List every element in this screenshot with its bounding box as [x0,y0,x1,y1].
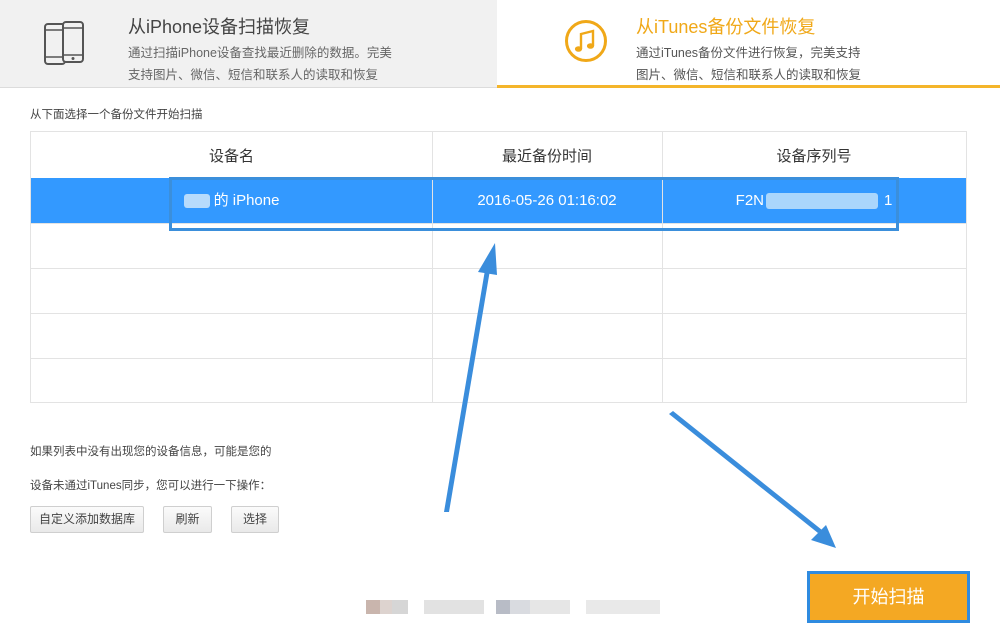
arrow-down-annotation [669,411,836,548]
annotation-arrows [444,243,836,548]
redacted-mosaic [366,600,660,614]
arrow-up-annotation [444,243,497,512]
